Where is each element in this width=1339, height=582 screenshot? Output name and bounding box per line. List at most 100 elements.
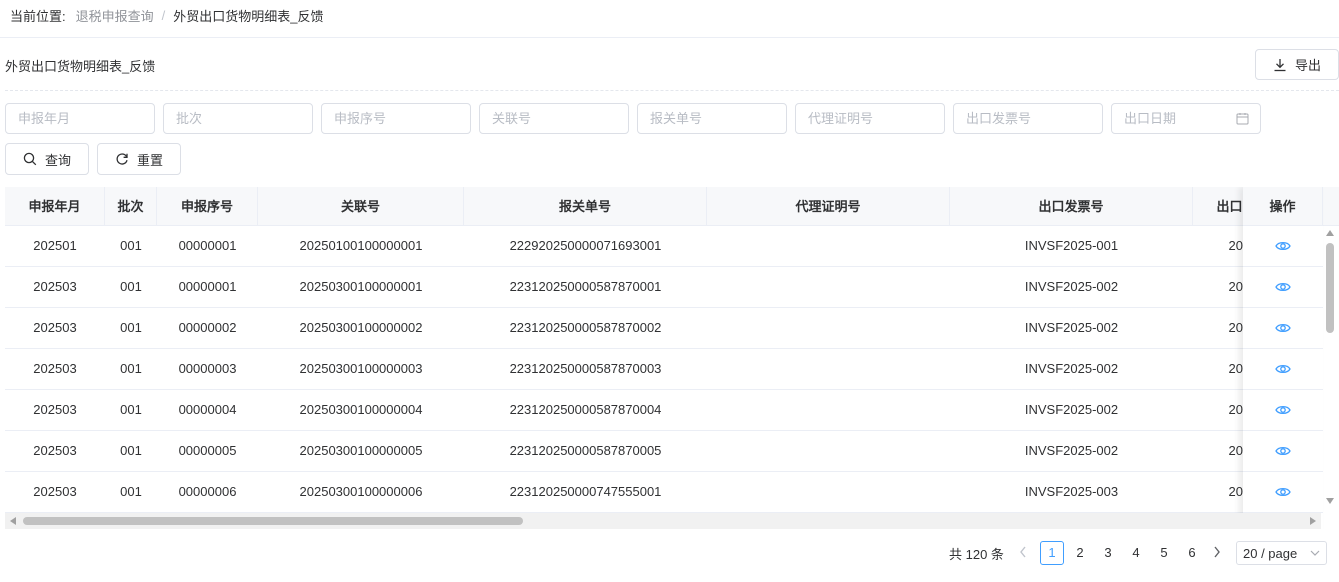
col-header-agent-cert-no: 代理证明号 [707,187,950,226]
batch-input[interactable] [163,103,313,134]
cell-agent-cert-no [707,390,950,430]
cell-declare-month: 202503 [33,484,77,499]
agent-cert-no-input[interactable] [795,103,945,134]
page-size-value: 20 / page [1243,545,1298,561]
cell-agent-cert-no [707,349,950,389]
cell-declare-seq: 00000004 [178,402,237,417]
vertical-scrollbar[interactable] [1321,226,1339,512]
cell-customs-no: 223120250000747555001 [509,484,662,499]
cell-declare-seq: 00000001 [178,279,237,294]
search-button-label: 查询 [44,152,71,168]
export-button[interactable]: 导出 [1255,49,1339,80]
title-divider [5,90,1339,91]
cell-customs-no: 223120250000587870002 [509,320,662,335]
page-3-button[interactable]: 3 [1096,541,1120,565]
scroll-right-arrow-icon[interactable] [1310,517,1316,525]
cell-declare-month: 202503 [33,361,77,376]
pagination: 共 120 条 123456 20 / page [0,541,1339,565]
view-eye-icon[interactable] [1275,240,1291,252]
cell-invoice-no: INVSF2025-002 [1024,279,1119,294]
table-row: 202503 001 00000004 20250300100000004 223120… [5,390,1257,431]
cell-batch: 001 [120,484,142,499]
search-button[interactable]: 查询 [5,143,89,175]
pagination-total: 共 120 条 [949,547,1004,562]
cell-batch: 001 [120,443,142,458]
view-eye-icon[interactable] [1275,281,1291,293]
search-icon [23,152,37,166]
cell-related-no: 20250100100000001 [299,238,423,253]
next-page-icon[interactable] [1212,545,1222,562]
cell-batch: 001 [120,279,142,294]
scroll-up-arrow-icon[interactable] [1326,230,1334,236]
related-no-input[interactable] [479,103,629,134]
scroll-left-arrow-icon[interactable] [10,517,16,525]
col-header-customs-no: 报关单号 [464,187,707,226]
reset-button-label: 重置 [136,152,163,168]
cell-customs-no: 223120250000587870004 [509,402,662,417]
horizontal-scroll-thumb[interactable] [23,517,523,525]
cell-agent-cert-no [707,472,950,512]
page-5-button[interactable]: 5 [1152,541,1176,565]
cell-customs-no: 223120250000587870003 [509,361,662,376]
page-6-button[interactable]: 6 [1180,541,1204,565]
view-eye-icon[interactable] [1275,486,1291,498]
cell-customs-no: 222920250000071693001 [509,238,662,253]
results-table: 申报年月 批次 申报序号 关联号 报关单号 代理证明号 出口发票号 出口日期 2… [5,187,1339,529]
table-row: 202501 001 00000001 20250100100000001 222920… [5,226,1257,267]
cell-declare-seq: 00000005 [178,443,237,458]
prev-page-icon[interactable] [1018,545,1028,562]
cell-declare-month: 202501 [33,238,77,253]
declare-seq-input[interactable] [321,103,471,134]
reset-button[interactable]: 重置 [97,143,181,175]
cell-related-no: 20250300100000002 [299,320,423,335]
page-title: 外贸出口货物明细表_反馈 [5,59,156,74]
cell-declare-month: 202503 [33,320,77,335]
cell-declare-seq: 00000003 [178,361,237,376]
invoice-no-input[interactable] [953,103,1103,134]
breadcrumb: 当前位置: 退税申报查询 / 外贸出口货物明细表_反馈 [10,6,324,24]
cell-declare-month: 202503 [33,402,77,417]
cell-batch: 001 [120,361,142,376]
view-eye-icon[interactable] [1275,322,1291,334]
cell-invoice-no: INVSF2025-002 [1024,361,1119,376]
view-eye-icon[interactable] [1275,363,1291,375]
view-action-cell [1243,390,1323,431]
chevron-down-icon [1310,550,1320,556]
cell-agent-cert-no [707,267,950,307]
col-header-declare-month: 申报年月 [5,187,105,226]
page-2-button[interactable]: 2 [1068,541,1092,565]
col-header-invoice-no: 出口发票号 [950,187,1193,226]
vertical-scroll-thumb[interactable] [1326,243,1334,333]
page-1-button[interactable]: 1 [1040,541,1064,565]
cell-agent-cert-no [707,431,950,471]
cell-agent-cert-no [707,226,950,266]
scroll-down-arrow-icon[interactable] [1326,498,1334,504]
cell-declare-seq: 00000006 [178,484,237,499]
cell-batch: 001 [120,402,142,417]
table-row: 202503 001 00000006 20250300100000006 223120… [5,472,1257,513]
page-size-select[interactable]: 20 / page [1236,541,1327,565]
table-header: 申报年月 批次 申报序号 关联号 报关单号 代理证明号 出口发票号 出口日期 [5,187,1339,226]
cell-declare-seq: 00000002 [178,320,237,335]
view-eye-icon[interactable] [1275,404,1291,416]
customs-no-input[interactable] [637,103,787,134]
declare-month-input[interactable] [5,103,155,134]
calendar-icon [1236,113,1249,125]
page-4-button[interactable]: 4 [1124,541,1148,565]
cell-invoice-no: INVSF2025-002 [1024,443,1119,458]
cell-customs-no: 223120250000587870001 [509,279,662,294]
breadcrumb-link-refund-query[interactable]: 退税申报查询 [76,6,154,25]
cell-invoice-no: INVSF2025-002 [1024,320,1119,335]
horizontal-scrollbar[interactable] [5,513,1321,529]
view-action-cell [1243,472,1323,513]
view-action-cell [1243,267,1323,308]
cell-invoice-no: INVSF2025-001 [1024,238,1119,253]
cell-declare-seq: 00000001 [178,238,237,253]
cell-related-no: 20250300100000006 [299,484,423,499]
cell-batch: 001 [120,238,142,253]
cell-related-no: 20250300100000001 [299,279,423,294]
col-header-batch: 批次 [105,187,157,226]
view-eye-icon[interactable] [1275,445,1291,457]
cell-related-no: 20250300100000003 [299,361,423,376]
export-date-picker[interactable] [1111,103,1261,134]
